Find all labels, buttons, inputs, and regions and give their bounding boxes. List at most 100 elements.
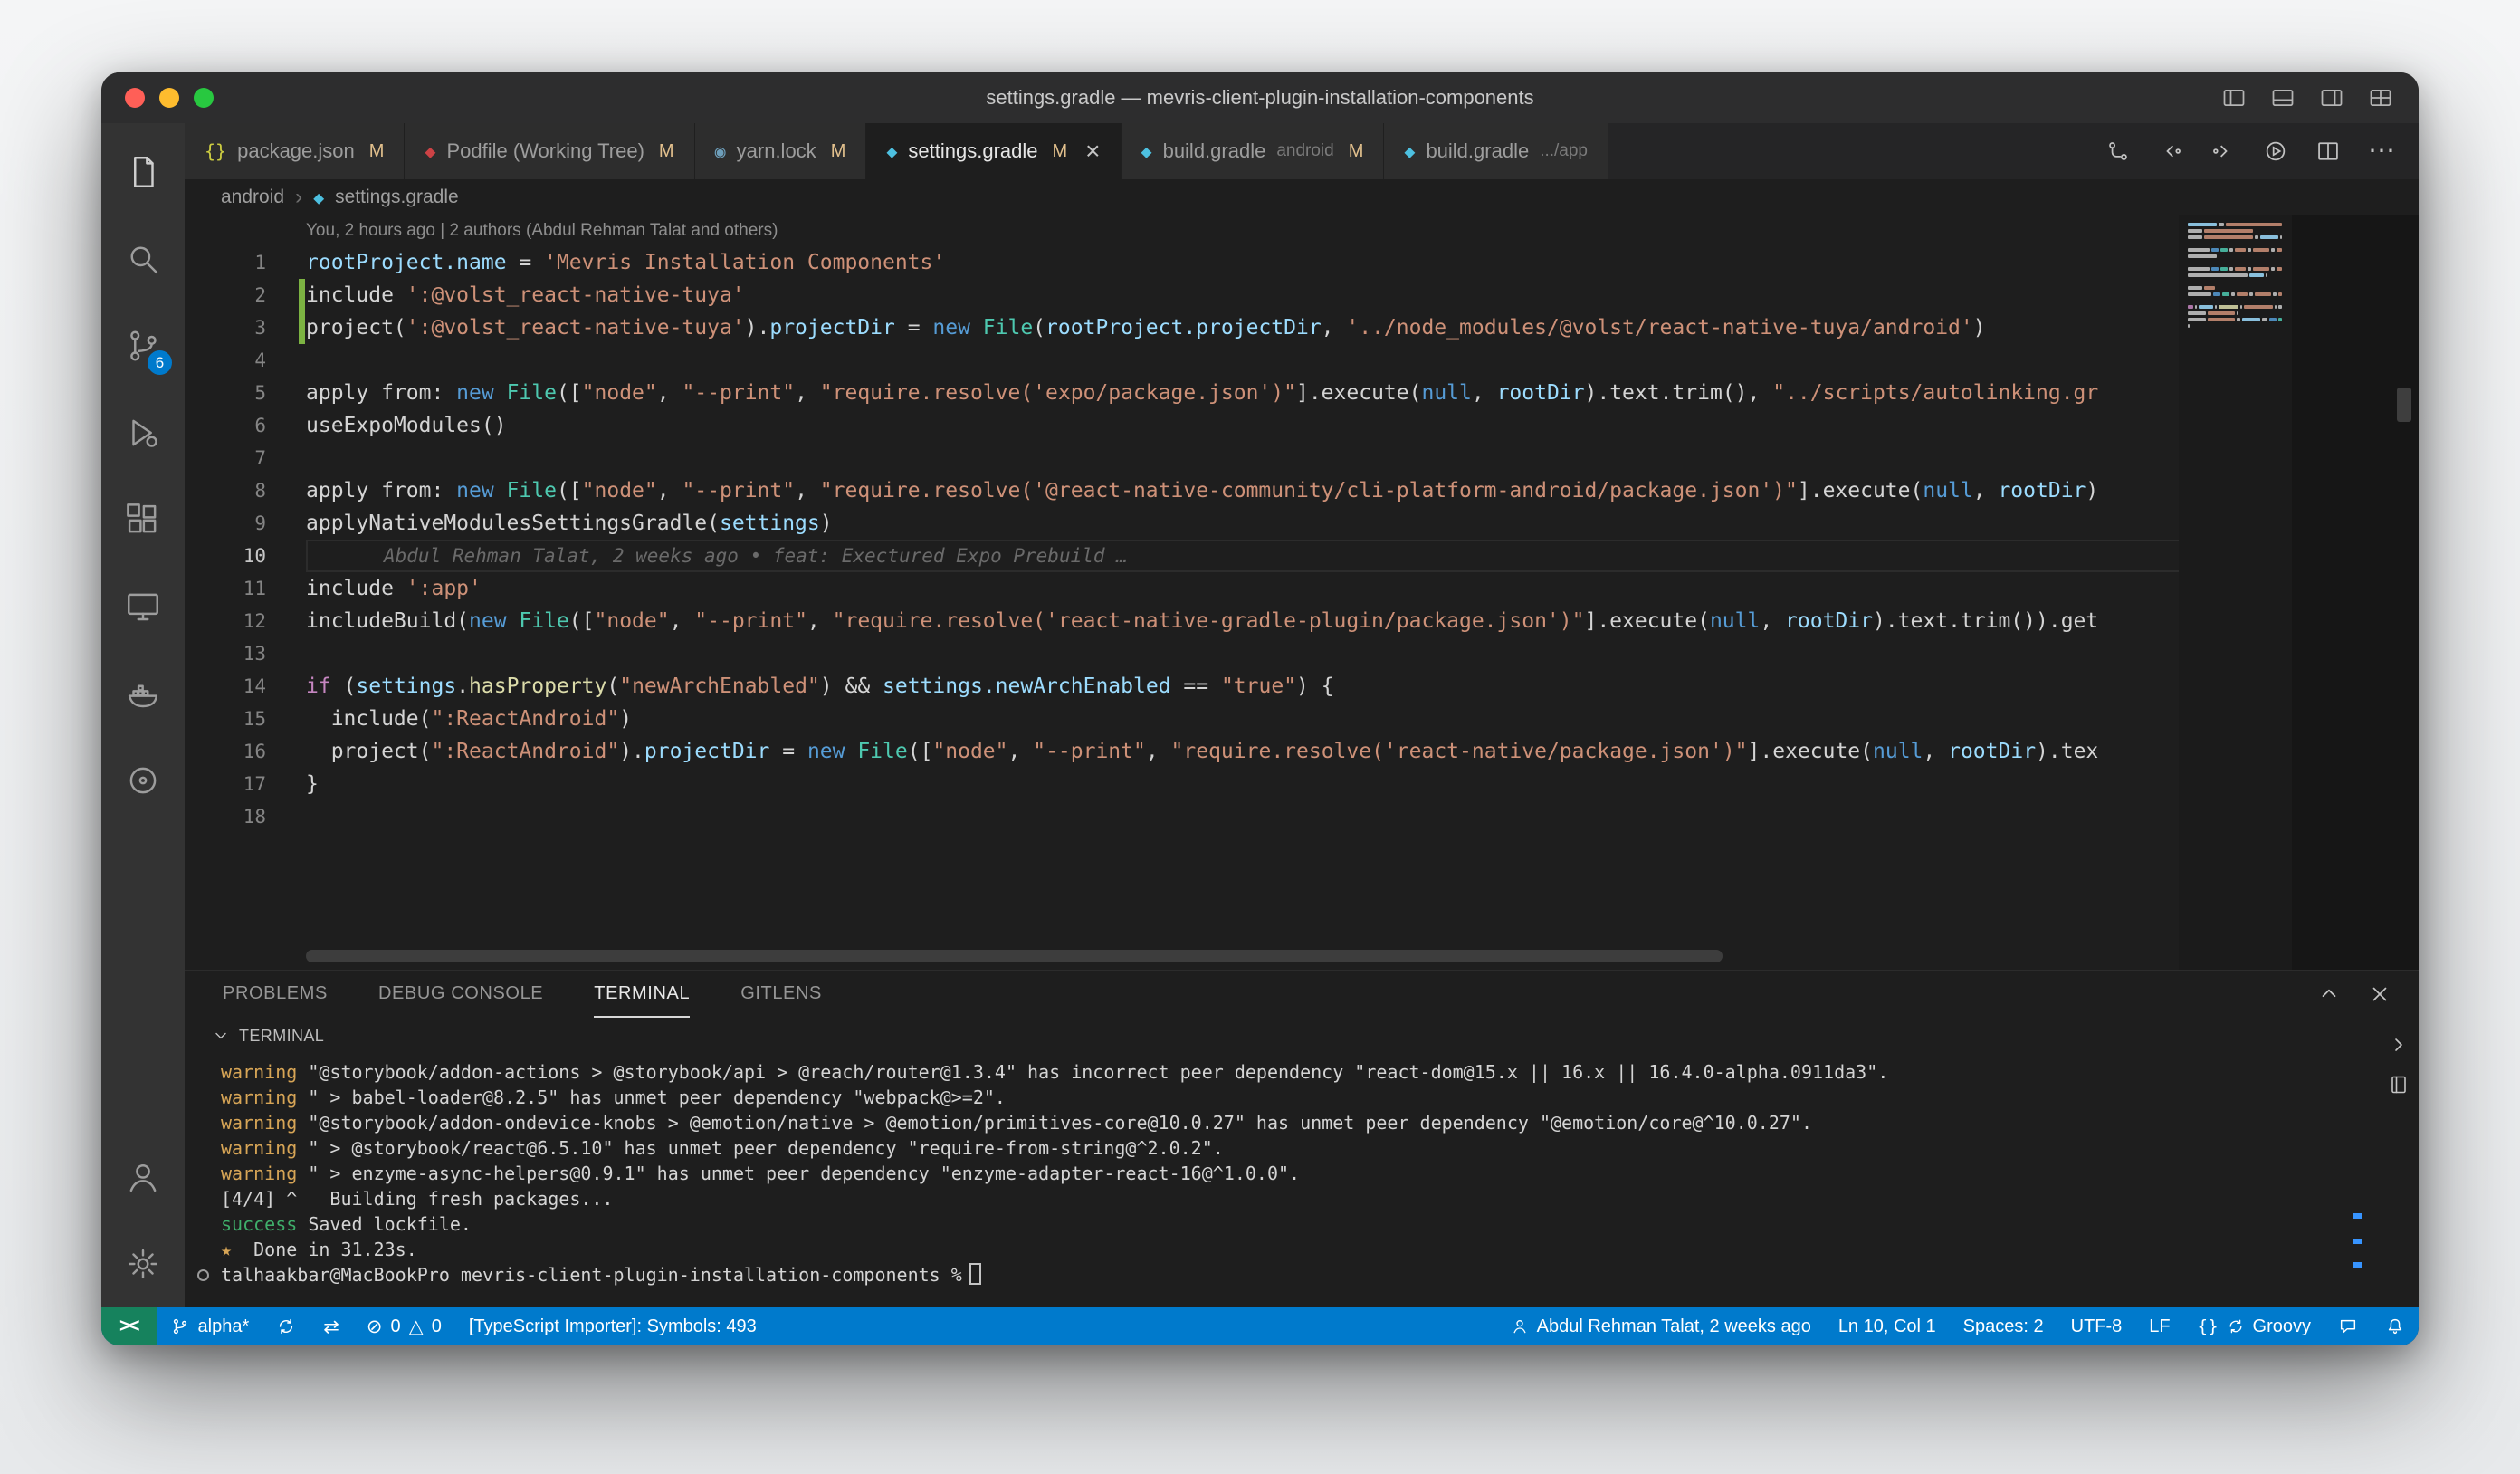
tab-bar: {} package.json M ◆ Podfile (Working Tree) M ◉…: [185, 123, 2419, 179]
terminal-line: ★ Done in 31.23s.: [221, 1239, 417, 1260]
activity-remote-explorer-button[interactable]: [101, 563, 185, 650]
activity-extensions-button[interactable]: [101, 476, 185, 563]
json-icon: {}: [205, 140, 227, 162]
panel-tab-terminal[interactable]: TERMINAL: [594, 971, 691, 1018]
code-line-1[interactable]: 1 rootProject.name = 'Mevris Installation…: [185, 246, 2419, 279]
close-window-button[interactable]: [125, 88, 145, 108]
code-line-5[interactable]: 5 apply from: new File(["node", "--print"…: [185, 377, 2419, 409]
previous-change-icon[interactable]: [2158, 139, 2183, 164]
breadcrumb-file[interactable]: settings.gradle: [335, 187, 459, 208]
panel-tab-problems[interactable]: PROBLEMS: [223, 971, 328, 1018]
close-tab-icon[interactable]: ×: [1085, 139, 1100, 164]
activity-run-debug-button[interactable]: [101, 389, 185, 476]
notebook-icon[interactable]: [2388, 1074, 2410, 1096]
activity-docker-button[interactable]: [101, 650, 185, 737]
terminal-scroll-mark: [2353, 1239, 2362, 1244]
code-line-13[interactable]: 13: [185, 637, 2419, 670]
maximize-panel-icon[interactable]: [2317, 982, 2341, 1006]
cursor-position-item[interactable]: Ln 10, Col 1: [1825, 1307, 1950, 1345]
encoding-item[interactable]: UTF-8: [2057, 1307, 2136, 1345]
ts-importer-status[interactable]: [TypeScript Importer]: Symbols: 493: [455, 1307, 770, 1345]
activity-source-control-button[interactable]: 6: [101, 302, 185, 389]
horizontal-scrollbar[interactable]: [306, 950, 1723, 962]
run-file-icon[interactable]: [2263, 139, 2288, 164]
tab-yarn-lock[interactable]: ◉ yarn.lock M: [694, 123, 867, 179]
chevron-right-icon[interactable]: [2388, 1034, 2410, 1056]
minimize-window-button[interactable]: [159, 88, 179, 108]
close-panel-icon[interactable]: [2368, 982, 2391, 1006]
activity-search-button[interactable]: [101, 215, 185, 302]
blame-status-item[interactable]: Abdul Rehman Talat, 2 weeks ago: [1497, 1307, 1825, 1345]
code-lines: 1 rootProject.name = 'Mevris Installation…: [185, 246, 2419, 833]
terminal-line: warning " > enzyme-async-helpers@0.9.1" …: [221, 1163, 1301, 1184]
notifications-button[interactable]: [2372, 1307, 2419, 1345]
command-decoration[interactable]: [197, 1269, 209, 1281]
remote-icon: ><: [119, 1316, 139, 1336]
git-branch-item[interactable]: alpha*: [157, 1307, 263, 1345]
code-line-6[interactable]: 6 useExpoModules(): [185, 409, 2419, 442]
code-line-10[interactable]: 10 Abdul Rehman Talat, 2 weeks ago • feat…: [185, 540, 2419, 572]
code-line-9[interactable]: 9 applyNativeModulesSettingsGradle(settin…: [185, 507, 2419, 540]
circle-target-icon: [124, 761, 162, 799]
code-line-16[interactable]: 16 project(":ReactAndroid").projectDir =…: [185, 735, 2419, 768]
zoom-window-button[interactable]: [194, 88, 214, 108]
gradle-icon: ◆: [1404, 140, 1416, 162]
feedback-button[interactable]: [2324, 1307, 2372, 1345]
titlebar[interactable]: settings.gradle — mevris-client-plugin-i…: [101, 72, 2419, 123]
code-line-14[interactable]: 14 if (settings.hasProperty("newArchEnabl…: [185, 670, 2419, 703]
remote-indicator[interactable]: ><: [101, 1307, 157, 1345]
toggle-panel-icon[interactable]: [2270, 85, 2296, 110]
sync-button[interactable]: [262, 1307, 310, 1345]
activity-plugin-button[interactable]: [101, 737, 185, 824]
tab-label: build.gradle: [1426, 139, 1530, 162]
code-line-3[interactable]: 3 project(':@volst_react-native-tuya').pr…: [185, 311, 2419, 344]
tab-settings-gradle[interactable]: ◆ settings.gradle M ×: [866, 123, 1122, 179]
panel-tab-debug-console[interactable]: DEBUG CONSOLE: [378, 971, 543, 1018]
editor[interactable]: You, 2 hours ago | 2 authors (Abdul Rehm…: [185, 215, 2419, 970]
code-line-4[interactable]: 4: [185, 344, 2419, 377]
code-line-7[interactable]: 7: [185, 442, 2419, 474]
more-actions-icon[interactable]: ⋯: [2368, 138, 2395, 165]
tab-build-gradle[interactable]: ◆ build.gradle .../app: [1384, 123, 1609, 179]
scm-badge: 6: [148, 350, 172, 375]
modified-badge: M: [830, 140, 846, 161]
line-content: apply from: new File(["node", "--print",…: [306, 381, 2099, 405]
customize-layout-icon[interactable]: [2368, 85, 2393, 110]
code-line-15[interactable]: 15 include(":ReactAndroid"): [185, 703, 2419, 735]
code-line-8[interactable]: 8 apply from: new File(["node", "--print"…: [185, 474, 2419, 507]
yarn-icon: ◉: [714, 140, 726, 162]
toggle-sidebar-right-icon[interactable]: [2319, 85, 2344, 110]
activity-settings-button[interactable]: [101, 1220, 185, 1307]
activity-account-button[interactable]: [101, 1134, 185, 1220]
terminal-header[interactable]: TERMINAL: [185, 1018, 2419, 1054]
tab-podfile-working-tree[interactable]: ◆ Podfile (Working Tree) M: [405, 123, 695, 179]
problems-item[interactable]: ⊘ 0 △ 0: [353, 1307, 455, 1345]
indentation-item[interactable]: Spaces: 2: [1950, 1307, 2057, 1345]
toggle-sidebar-left-icon[interactable]: [2221, 85, 2247, 110]
tab-build-gradle[interactable]: ◆ build.gradle android M: [1121, 123, 1385, 179]
next-change-icon[interactable]: [2210, 139, 2236, 164]
code-line-12[interactable]: 12 includeBuild(new File(["node", "--prin…: [185, 605, 2419, 637]
code-line-17[interactable]: 17}: [185, 768, 2419, 800]
code-line-18[interactable]: 18: [185, 800, 2419, 833]
compare-button[interactable]: ⇄: [310, 1307, 353, 1345]
eol-item[interactable]: LF: [2135, 1307, 2183, 1345]
minimap-line: [2188, 280, 2286, 283]
open-changes-icon[interactable]: [2105, 139, 2131, 164]
extensions-icon: [124, 501, 162, 539]
tab-package-json[interactable]: {} package.json M: [185, 123, 406, 179]
code-line-11[interactable]: 11 include ':app': [185, 572, 2419, 605]
minimap[interactable]: [2179, 215, 2419, 970]
vertical-scrollbar[interactable]: [2397, 388, 2411, 422]
language-status-item[interactable]: {} Groovy: [2184, 1307, 2324, 1345]
code-line-2[interactable]: 2 include ':@volst_react-native-tuya': [185, 279, 2419, 311]
split-editor-icon[interactable]: [2315, 139, 2341, 164]
panel-tab-gitlens[interactable]: GITLENS: [740, 971, 822, 1018]
codelens-blame[interactable]: You, 2 hours ago | 2 authors (Abdul Rehm…: [306, 215, 2419, 246]
terminal[interactable]: warning "@storybook/addon-actions > @sto…: [185, 1054, 2419, 1307]
line-content: [306, 442, 2419, 474]
line-number: 3: [254, 317, 266, 339]
modified-badge: M: [658, 140, 674, 161]
breadcrumb-folder[interactable]: android: [221, 187, 284, 208]
activity-explorer-button[interactable]: [101, 129, 185, 215]
